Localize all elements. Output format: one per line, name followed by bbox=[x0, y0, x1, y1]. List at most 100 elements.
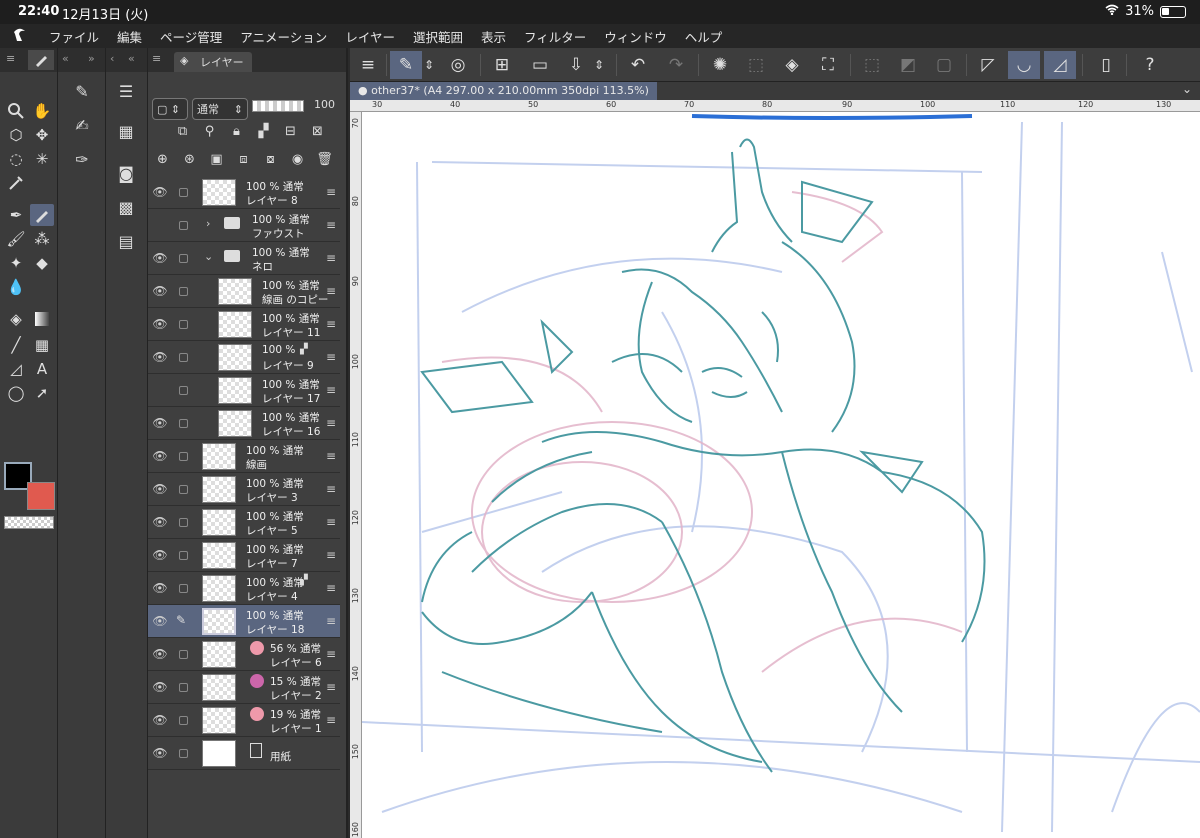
decoration-icon[interactable]: ✦ bbox=[4, 252, 28, 274]
opacity-slider[interactable] bbox=[252, 100, 304, 112]
layer-menu-icon[interactable]: ≡ bbox=[326, 449, 336, 463]
layer-menu-icon[interactable]: ≡ bbox=[326, 383, 336, 397]
menu-view[interactable]: 表示 bbox=[472, 27, 515, 46]
layer-menu-icon[interactable]: ≡ bbox=[326, 581, 336, 595]
new-file-icon[interactable]: ⊞ bbox=[486, 51, 518, 79]
chevron-down-icon[interactable]: ⌄ bbox=[1182, 82, 1192, 96]
snap-grid-icon[interactable]: ◿ bbox=[1044, 51, 1076, 79]
tool-tab-icon[interactable] bbox=[28, 50, 54, 70]
help-icon[interactable]: ? bbox=[1134, 51, 1166, 79]
zoom-icon[interactable] bbox=[4, 100, 28, 122]
layer-row[interactable]: 👁︎ 56 % 通常 レイヤー 6 ≡ bbox=[148, 638, 340, 671]
layer-row[interactable]: 👁︎ 100 % 通常 レイヤー 8 ≡ bbox=[148, 176, 340, 209]
sub-color-swatch[interactable] bbox=[27, 482, 55, 510]
merge-down-icon[interactable]: ⧇ bbox=[260, 152, 281, 174]
layer-menu-icon[interactable]: ≡ bbox=[326, 680, 336, 694]
pen-icon[interactable]: ✒ bbox=[4, 204, 28, 226]
chevron-updown-icon[interactable]: ⇕ bbox=[590, 51, 608, 79]
chevron-updown-icon[interactable]: ⇕ bbox=[420, 51, 438, 79]
layer-check[interactable] bbox=[179, 650, 188, 659]
eye-icon[interactable]: 👁︎ bbox=[152, 515, 168, 529]
clip-icon[interactable]: ⧉ bbox=[172, 124, 193, 146]
snap-special-ruler-icon[interactable]: ◡ bbox=[1008, 51, 1040, 79]
undo-icon[interactable]: ↶ bbox=[622, 51, 654, 79]
layer-row[interactable]: 👁︎ 100 % 通常 レイヤー 11 ≡ bbox=[148, 308, 340, 341]
layer-row[interactable]: 👁︎ 100 % 通常 線画 ≡ bbox=[148, 440, 340, 473]
layer-menu-icon[interactable]: ≡ bbox=[326, 218, 336, 232]
smartphone-icon[interactable]: ▯ bbox=[1090, 51, 1122, 79]
layer-check[interactable] bbox=[179, 287, 188, 296]
text-icon[interactable]: A bbox=[30, 358, 54, 380]
layer-check[interactable] bbox=[179, 683, 188, 692]
menu-edit[interactable]: 編集 bbox=[108, 27, 151, 46]
balloon-icon[interactable]: ◯ bbox=[4, 382, 28, 404]
collapse-2-icon[interactable]: « bbox=[128, 52, 135, 65]
layer-menu-icon[interactable]: ≡ bbox=[326, 713, 336, 727]
magic-wand-icon[interactable]: ✳ bbox=[30, 148, 54, 170]
layer-check[interactable] bbox=[179, 386, 188, 395]
delete-layer-icon[interactable]: 🗑︎ bbox=[314, 152, 335, 174]
opacity-value[interactable]: 100 bbox=[314, 98, 335, 111]
layer-row[interactable]: 👁︎ 100 % 通常 ▞ レイヤー 4 ≡ bbox=[148, 572, 340, 605]
clear-icon[interactable]: ⬚ bbox=[740, 51, 772, 79]
open-folder-icon[interactable]: ▭ bbox=[524, 51, 556, 79]
layer-menu-icon[interactable]: ≡ bbox=[326, 482, 336, 496]
ruler-icon[interactable]: ◿ bbox=[4, 358, 28, 380]
layer-check[interactable] bbox=[179, 254, 188, 263]
app-logo-icon[interactable] bbox=[0, 26, 40, 46]
layer-row-folder[interactable]: 👁︎ ⌄ 100 % 通常 ネロ ≡ bbox=[148, 242, 340, 275]
layer-check[interactable] bbox=[179, 584, 188, 593]
menu-page[interactable]: ページ管理 bbox=[151, 27, 231, 46]
layer-menu-icon[interactable]: ≡ bbox=[326, 317, 336, 331]
eye-icon[interactable]: 👁︎ bbox=[152, 449, 168, 463]
layer-menu-icon[interactable]: ≡ bbox=[326, 614, 336, 628]
eye-icon[interactable]: 👁︎ bbox=[152, 581, 168, 595]
color-set-icon[interactable]: ▩ bbox=[112, 194, 140, 220]
menu-animation[interactable]: アニメーション bbox=[231, 27, 336, 46]
eraser-icon[interactable]: ◆ bbox=[30, 252, 54, 274]
eye-icon[interactable]: 👁︎ bbox=[152, 482, 168, 496]
deselect-icon[interactable]: ⬚ bbox=[856, 51, 888, 79]
menu-filter[interactable]: フィルター bbox=[515, 27, 595, 46]
eyedropper-icon[interactable] bbox=[4, 172, 28, 194]
layer-menu-icon[interactable]: ≡ bbox=[326, 647, 336, 661]
layer-check[interactable] bbox=[179, 749, 188, 758]
selection-border-icon[interactable]: ▢ bbox=[928, 51, 960, 79]
layer-menu-icon[interactable]: ≡ bbox=[326, 515, 336, 529]
layer-row[interactable]: 100 % 通常 レイヤー 17 ≡ bbox=[148, 374, 340, 407]
layer-check[interactable] bbox=[179, 221, 188, 230]
document-tab[interactable]: ● other37* (A4 297.00 x 210.00mm 350dpi … bbox=[350, 82, 657, 100]
layer-row[interactable]: 👁︎ 100 % 通常 レイヤー 16 ≡ bbox=[148, 407, 340, 440]
hand-icon[interactable]: ✋ bbox=[30, 100, 54, 122]
save-icon[interactable]: ⇩ bbox=[560, 51, 592, 79]
eye-icon[interactable]: 👁︎ bbox=[152, 185, 168, 199]
new-raster-layer-icon[interactable]: ⊕ bbox=[152, 152, 173, 174]
edit-icon[interactable]: ✎ bbox=[390, 51, 422, 79]
object-icon[interactable]: ⬡ bbox=[4, 124, 28, 146]
redo-icon[interactable]: ↷ bbox=[660, 51, 692, 79]
eye-icon[interactable]: 👁︎ bbox=[152, 680, 168, 694]
move-icon[interactable]: ✥ bbox=[30, 124, 54, 146]
layer-menu-icon[interactable]: ≡ bbox=[326, 185, 336, 199]
collapse-icon[interactable]: ‹ bbox=[110, 52, 114, 65]
pencil-texture-icon[interactable]: ✑ bbox=[68, 146, 96, 172]
loading-icon[interactable]: ✺ bbox=[704, 51, 736, 79]
blend-mode-select[interactable]: 通常 ⇕ bbox=[192, 98, 248, 120]
eye-icon[interactable]: 👁︎ bbox=[152, 284, 168, 298]
gradient-icon[interactable] bbox=[30, 308, 54, 330]
pencil-icon[interactable] bbox=[30, 204, 54, 226]
paper-layer-row[interactable]: 👁︎ 用紙 bbox=[148, 737, 340, 770]
navigator-icon[interactable]: ◙ bbox=[112, 160, 140, 186]
transform-icon[interactable]: ⛶ bbox=[812, 51, 844, 79]
layer-check[interactable] bbox=[179, 188, 188, 197]
correct-line-icon[interactable]: ➚ bbox=[30, 382, 54, 404]
drawing-canvas[interactable] bbox=[362, 112, 1200, 838]
figure-icon[interactable]: ╱ bbox=[4, 334, 28, 356]
menu-window[interactable]: ウィンドウ bbox=[595, 27, 676, 46]
pencil-settings-icon[interactable]: ✍ bbox=[68, 112, 96, 138]
eye-icon[interactable]: 👁︎ bbox=[152, 746, 168, 760]
menu-layer[interactable]: レイヤー bbox=[336, 27, 404, 46]
layer-row[interactable]: 👁︎ 100 % ▞ レイヤー 9 ≡ bbox=[148, 341, 340, 374]
layer-menu-icon[interactable]: ≡ bbox=[326, 251, 336, 265]
chevron-right-icon[interactable]: › bbox=[206, 217, 210, 230]
